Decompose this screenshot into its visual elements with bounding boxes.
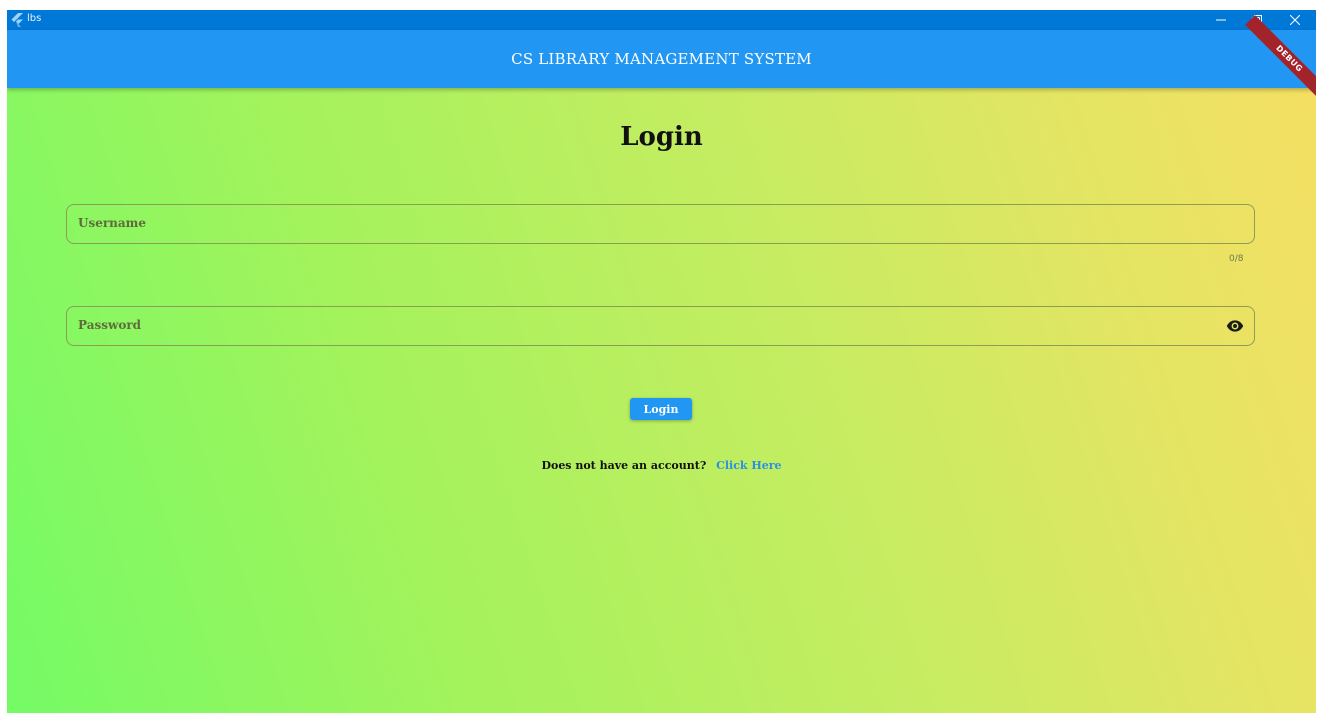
login-page: Login Username 0/8 Password Login Does n… bbox=[7, 88, 1316, 713]
username-input[interactable]: Username bbox=[66, 204, 1255, 244]
password-input[interactable]: Password bbox=[66, 306, 1255, 346]
minimize-button[interactable] bbox=[1203, 10, 1239, 30]
signup-link[interactable]: Click Here bbox=[716, 459, 781, 472]
minimize-icon bbox=[1216, 19, 1226, 21]
app-bar: CS LIBRARY MANAGEMENT SYSTEM DEBUG bbox=[7, 15, 1316, 103]
signup-prompt-text: Does not have an account? bbox=[541, 459, 707, 472]
password-placeholder: Password bbox=[78, 318, 142, 332]
eye-icon[interactable] bbox=[1226, 319, 1244, 333]
app-bar-title: CS LIBRARY MANAGEMENT SYSTEM bbox=[511, 50, 812, 68]
username-placeholder: Username bbox=[78, 216, 147, 230]
window-title: lbs bbox=[27, 13, 42, 24]
signup-prompt-row: Does not have an account? Click Here bbox=[7, 459, 1316, 472]
page-title: Login bbox=[620, 122, 703, 152]
flutter-logo-icon bbox=[11, 13, 23, 27]
app-window: lbs CS LIBRARY MANAGEMENT SYSTEM DEBUG L… bbox=[7, 10, 1316, 713]
window-titlebar[interactable]: lbs bbox=[7, 10, 1316, 30]
username-char-counter: 0/8 bbox=[1229, 254, 1244, 264]
login-button[interactable]: Login bbox=[630, 398, 692, 420]
close-button[interactable] bbox=[1277, 10, 1313, 30]
close-icon bbox=[1290, 15, 1300, 25]
